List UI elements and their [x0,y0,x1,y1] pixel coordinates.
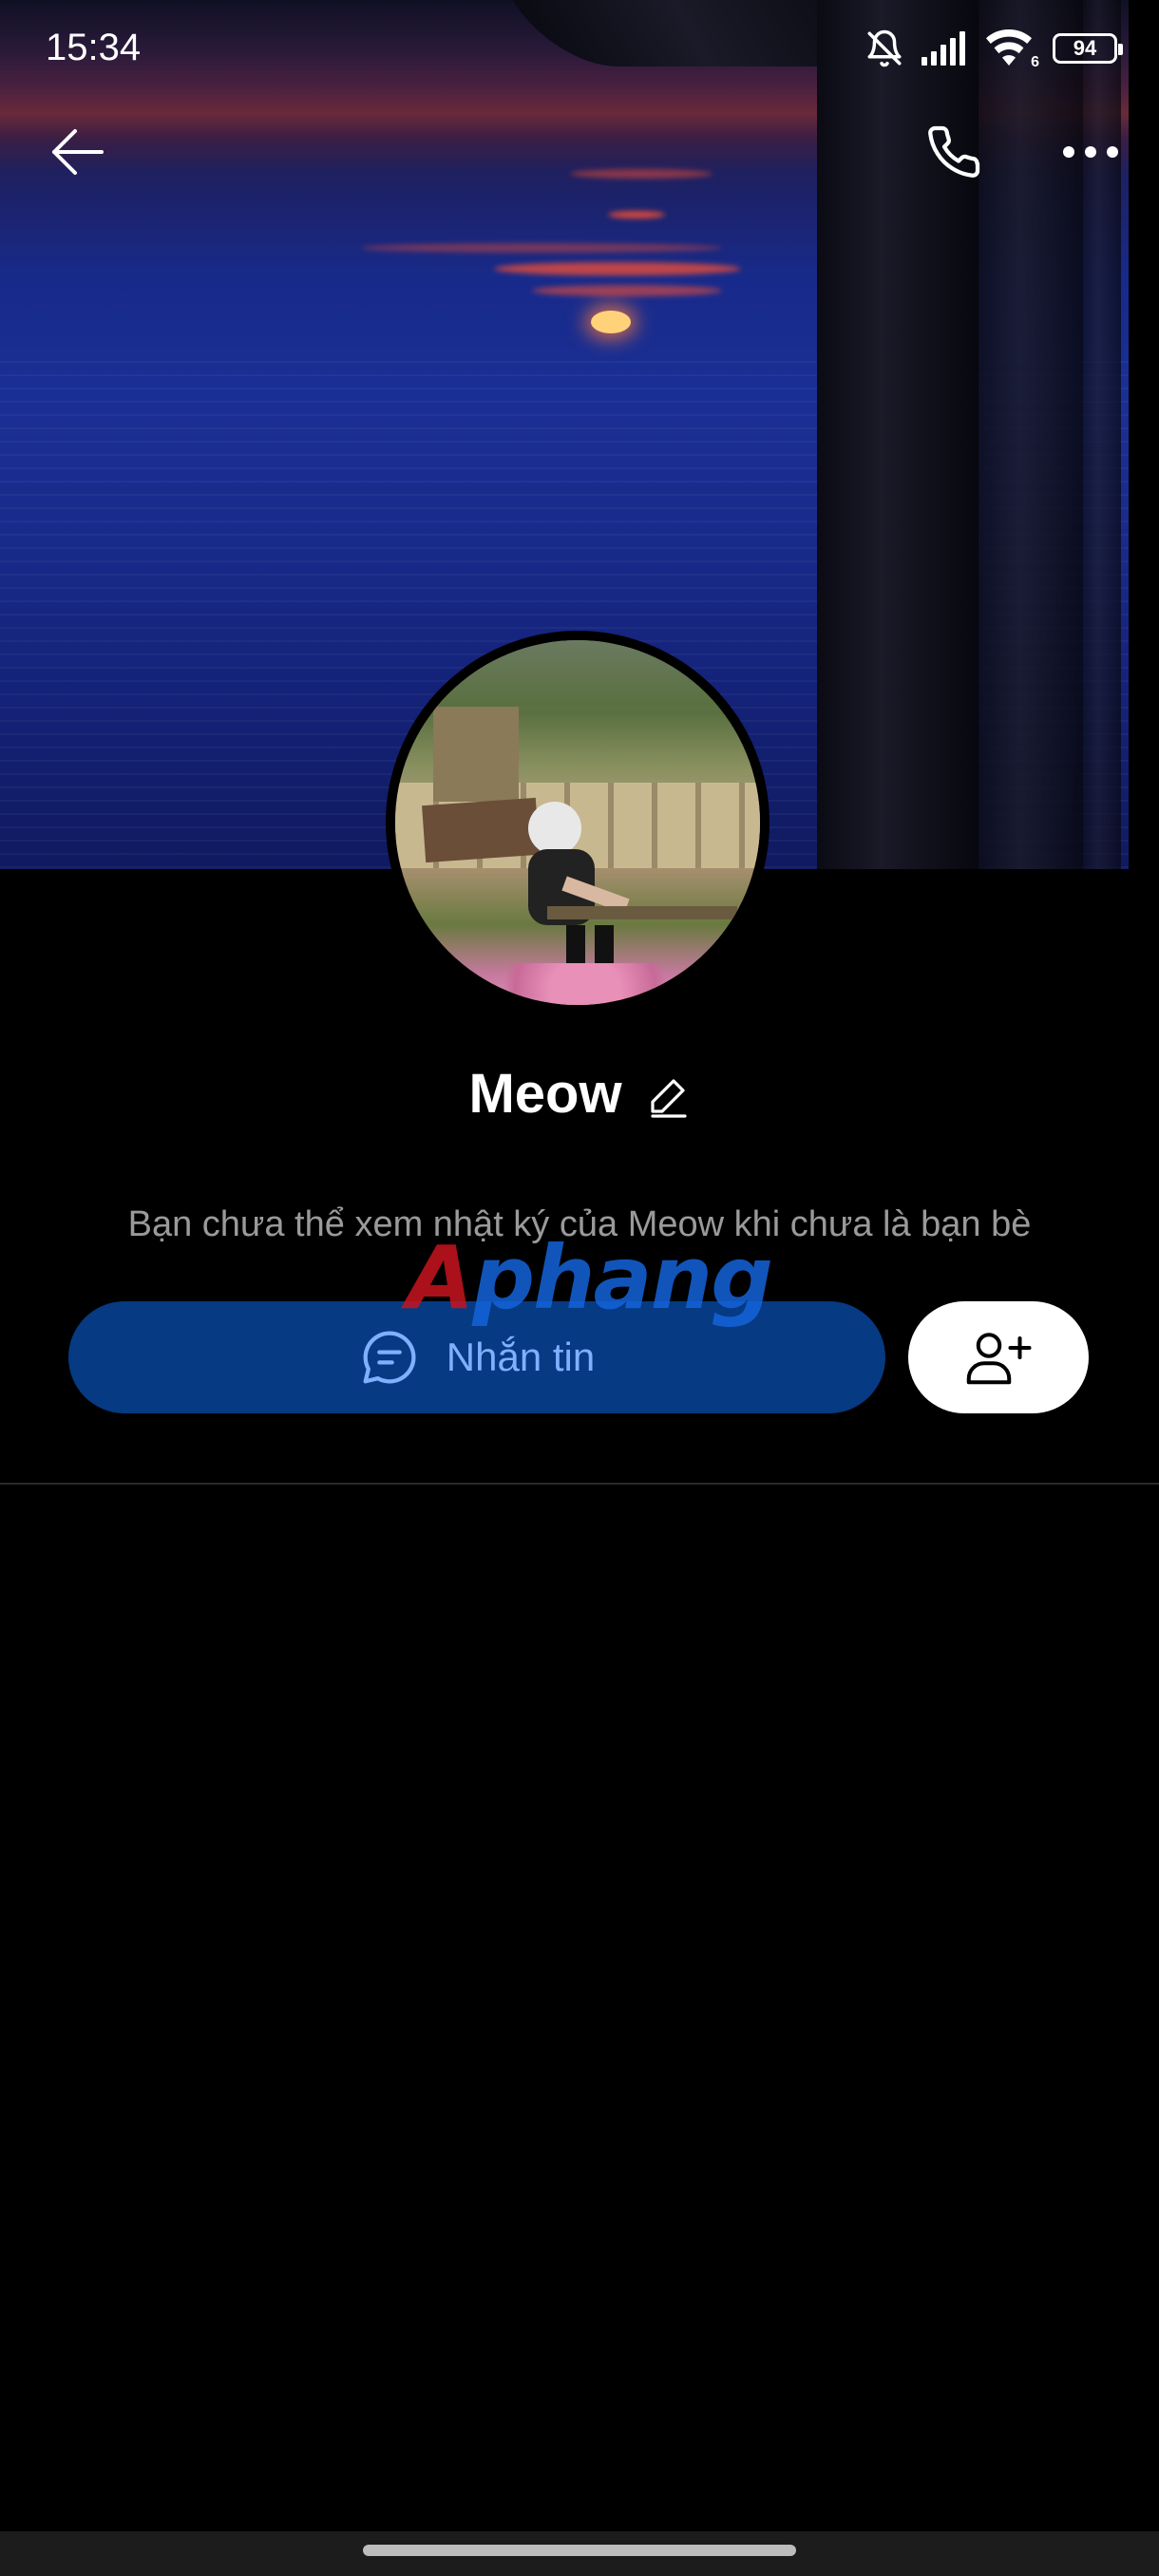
more-horizontal-icon [1063,146,1118,158]
watermark-rest: phang [472,1227,773,1329]
status-time: 15:34 [46,27,142,68]
battery-level: 94 [1073,36,1097,60]
building [433,697,519,802]
phone-icon [928,125,980,178]
chat-bubble-icon [363,1331,416,1384]
sun [591,311,631,333]
bell-muted-icon [867,29,902,67]
status-icons: 6 94 [864,28,1123,70]
sunset-streak [532,285,722,296]
profile-name: Meow [468,1063,622,1125]
avatar[interactable] [386,631,770,1014]
avatar-photo [395,640,760,1005]
cover-edge [1129,0,1159,869]
watermark-first: A [407,1227,474,1329]
back-button[interactable] [40,114,116,190]
person-hood [528,802,581,855]
more-button[interactable] [1053,114,1129,190]
wifi-badge: 6 [1031,54,1039,70]
sunset-streak [570,169,712,179]
signpost [422,797,540,863]
signal-icon [922,31,965,66]
status-bar: 15:34 6 94 [0,0,1159,95]
flowers [471,963,699,1005]
pencil-icon[interactable] [645,1073,691,1119]
wifi-icon [986,29,1032,66]
message-button-label: Nhắn tin [446,1335,596,1379]
user-plus-icon [966,1333,1032,1385]
sunset-streak [608,211,665,218]
call-button[interactable] [916,114,992,190]
battery-icon: 94 [1053,33,1123,64]
watermark-logo: Aphang [407,1235,773,1322]
arrow-left-icon [52,129,104,175]
sunset-streak [494,262,741,275]
trees [395,640,760,707]
add-friend-button[interactable] [908,1301,1089,1413]
wifi-status: 6 [986,29,1039,70]
name-row: Meow [0,1062,1159,1126]
profile-screen: 15:34 6 94 Meow Bạn chưa thể xem nhật ký… [0,0,1159,2576]
bench [547,906,737,919]
sunset-streak [361,243,722,253]
home-indicator[interactable] [363,2545,796,2556]
divider [0,1483,1159,1485]
